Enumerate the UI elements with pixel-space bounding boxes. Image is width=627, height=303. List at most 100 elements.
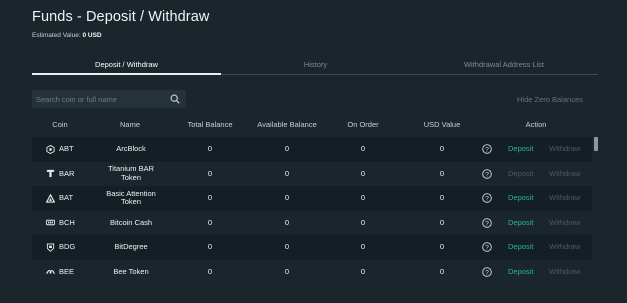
header-coin: Coin [52,120,68,129]
total-balance: 0 [207,242,213,251]
deposit-button[interactable]: Deposit [508,211,533,236]
tab-active-indicator [32,73,221,75]
on-order: 0 [360,217,366,227]
help-icon[interactable]: ? [482,168,492,179]
on-order: 0 [360,266,366,276]
total-balance: 0 [207,217,213,227]
help-icon[interactable]: ? [482,193,492,203]
header-total-balance: Total Balance [187,120,233,129]
funds-page: Funds - Deposit / Withdraw Estimated Val… [0,0,627,303]
withdraw-button[interactable]: Withdraw [549,211,580,236]
withdraw-button[interactable]: Withdraw [549,260,580,285]
table-row: BEE Bee Token 0 0 0 0 ? Deposit Withdraw [32,259,592,285]
help-icon[interactable]: ? [482,217,492,228]
usd-value: 0 [439,168,445,178]
arcblock-icon [46,144,55,154]
help-icon[interactable]: ? [482,242,492,252]
deposit-button[interactable]: Deposit [508,235,533,260]
withdraw-button[interactable]: Withdraw [549,137,580,162]
available-balance: 0 [284,168,290,178]
coin-cell: BAR [46,162,96,187]
svg-text:?: ? [485,146,489,153]
available-balance: 0 [284,217,290,227]
hide-zero-balances-toggle[interactable]: Hide Zero Balances [517,95,583,104]
on-order: 0 [360,144,366,153]
on-order: 0 [360,168,366,178]
available-balance: 0 [284,144,290,153]
usd-value: 0 [439,242,445,251]
svg-text:?: ? [485,269,489,276]
coin-symbol: BDG [59,242,76,251]
deposit-button[interactable]: Deposit [508,260,533,285]
coin-name: Bee Token [113,266,149,276]
coin-cell: ABT [46,137,96,162]
bee-token-icon [46,270,55,275]
bitcoin-cash-icon [46,220,55,226]
header-on-order: On Order [347,120,379,129]
table-row: BDG BitDegree 0 0 0 0 ? Deposit Withdraw [32,235,592,260]
coin-name: Titanium BAR Token [108,164,154,182]
table-row: BAT Basic Attention Token 0 0 0 0 ? Depo… [32,186,592,211]
usd-value: 0 [439,144,445,153]
total-balance: 0 [207,168,213,178]
tab-history[interactable]: History [221,58,410,74]
usd-value: 0 [439,217,445,227]
coin-name: Basic Attention Token [106,188,156,207]
deposit-button[interactable]: Deposit [508,162,533,187]
deposit-button[interactable]: Deposit [508,186,533,211]
header-available-balance: Available Balance [257,120,317,129]
header-usd-value: USD Value [423,120,461,129]
svg-text:?: ? [485,220,489,227]
search-input[interactable] [32,90,166,108]
withdraw-button[interactable]: Withdraw [549,186,580,211]
total-balance: 0 [207,266,213,276]
bitdegree-icon [46,243,55,252]
coin-cell: BCH [46,211,96,236]
header-name: Name [119,120,140,129]
table-row: ABT ArcBlock 0 0 0 0 ? Deposit Withdraw [32,137,592,162]
help-icon[interactable]: ? [482,144,492,154]
coin-symbol: ABT [59,144,74,153]
coin-name: BitDegree [114,242,148,251]
withdraw-button[interactable]: Withdraw [549,235,580,260]
total-balance: 0 [207,193,213,202]
withdraw-button[interactable]: Withdraw [549,162,580,187]
coin-cell: BDG [46,235,96,260]
estimated-label: Estimated Value: [32,32,81,39]
svg-text:?: ? [485,195,489,202]
coin-symbol: BAR [59,168,75,178]
total-balance: 0 [207,144,213,153]
estimated-amount: 0 USD [82,32,102,39]
coin-name: Bitcoin Cash [109,217,153,227]
header-action: Action [525,120,547,129]
help-icon[interactable]: ? [482,266,492,277]
titanium-bar-icon [46,170,55,178]
coin-symbol: BAT [59,193,74,202]
bat-triangle-icon [46,193,55,203]
coin-cell: BAT [46,186,96,211]
search-box [32,90,186,108]
available-balance: 0 [284,242,290,251]
on-order: 0 [360,242,366,251]
table-scrollbar[interactable] [594,137,598,151]
estimated-value: Estimated Value: 0 USD [32,32,102,39]
usd-value: 0 [439,266,445,276]
table-row: BAR Titanium BAR Token 0 0 0 0 ? Deposit… [32,161,592,187]
coin-symbol: BCH [59,217,75,227]
tab-withdrawal-address-list[interactable]: Withdrawal Address List [410,58,598,74]
available-balance: 0 [284,266,290,276]
svg-text:?: ? [485,171,489,178]
coin-table: ABT ArcBlock 0 0 0 0 ? Deposit Withdraw … [32,137,592,284]
tab-deposit-withdraw[interactable]: Deposit / Withdraw [32,58,221,74]
search-icon[interactable] [170,94,180,104]
usd-value: 0 [439,193,445,202]
available-balance: 0 [284,193,290,202]
tab-bar: Deposit / Withdraw History Withdrawal Ad… [32,58,598,76]
coin-cell: BEE [46,260,96,285]
page-title: Funds - Deposit / Withdraw [32,9,210,25]
deposit-button[interactable]: Deposit [508,137,533,162]
table-row: BCH Bitcoin Cash 0 0 0 0 ? Deposit Withd… [32,210,592,236]
svg-text:?: ? [485,244,489,251]
coin-symbol: BEE [59,266,75,276]
table-header: Coin Name Total Balance Available Balanc… [32,118,598,132]
